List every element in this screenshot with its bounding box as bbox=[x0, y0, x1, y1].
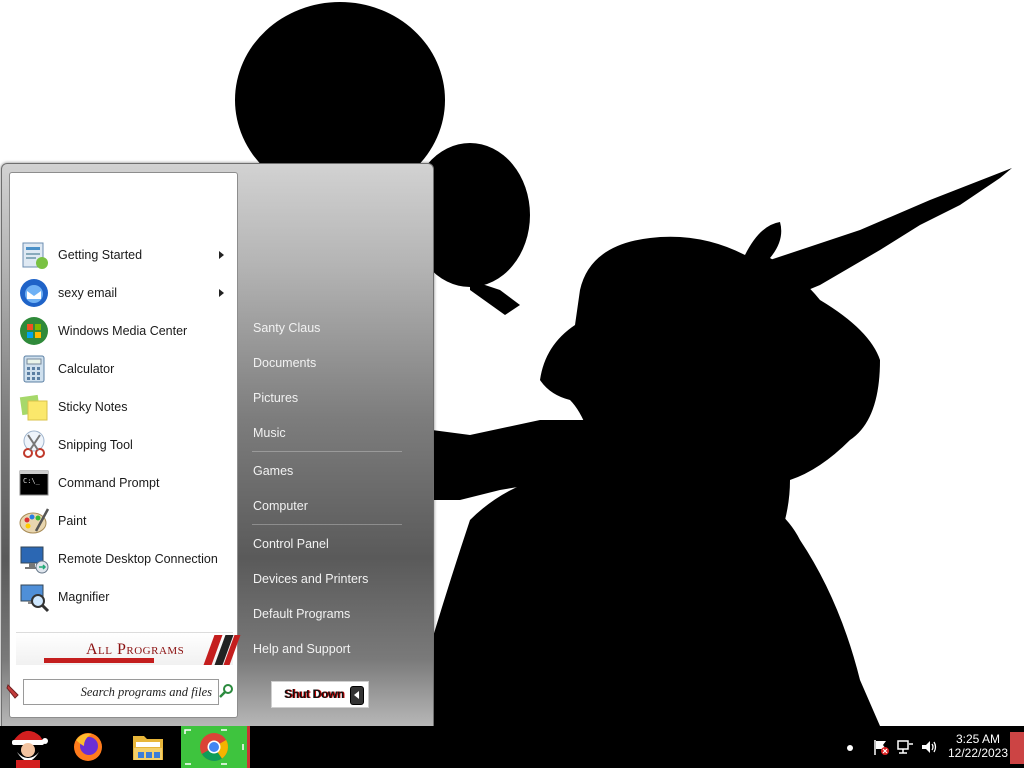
show-desktop-button[interactable] bbox=[1010, 732, 1024, 764]
right-item-control-panel[interactable]: Control Panel bbox=[253, 537, 329, 551]
program-label: Magnifier bbox=[58, 590, 110, 604]
chrome-icon bbox=[184, 729, 244, 765]
program-label: Getting Started bbox=[58, 248, 143, 262]
all-programs-button[interactable]: All Programs bbox=[16, 632, 241, 665]
menu-separator bbox=[252, 451, 402, 452]
program-paint[interactable]: Paint bbox=[10, 503, 235, 539]
clock-date: 12/22/2023 bbox=[947, 746, 1009, 760]
start-button[interactable] bbox=[0, 726, 56, 768]
programs-pane: Getting Started sexy email Windows Media… bbox=[6, 172, 241, 718]
shutdown-label: Shut Down bbox=[284, 687, 344, 701]
command-prompt-icon: C:\_ bbox=[18, 467, 50, 499]
program-label: sexy email bbox=[58, 286, 118, 300]
sticky-notes-icon bbox=[18, 391, 50, 423]
svg-text:C:\_: C:\_ bbox=[23, 477, 41, 485]
media-center-icon bbox=[18, 315, 50, 347]
calculator-icon bbox=[18, 353, 50, 385]
program-sexy-email[interactable]: sexy email bbox=[10, 275, 235, 311]
all-programs-label: All Programs bbox=[86, 641, 185, 658]
right-item-default-programs[interactable]: Default Programs bbox=[253, 607, 350, 621]
file-explorer-icon bbox=[133, 736, 163, 760]
program-label: Snipping Tool bbox=[58, 438, 133, 452]
program-label: Remote Desktop Connection bbox=[58, 552, 218, 566]
remote-desktop-icon bbox=[18, 543, 50, 575]
taskbar-file-explorer[interactable] bbox=[120, 726, 176, 768]
right-item-computer[interactable]: Computer bbox=[253, 499, 308, 513]
program-calculator[interactable]: Calculator bbox=[10, 351, 235, 387]
start-menu: Getting Started sexy email Windows Media… bbox=[1, 163, 434, 728]
program-windows-media-center[interactable]: Windows Media Center bbox=[10, 313, 235, 349]
submenu-arrow-icon[interactable] bbox=[219, 251, 224, 259]
program-command-prompt[interactable]: C:\_ Command Prompt bbox=[10, 465, 235, 501]
santa-start-icon bbox=[12, 730, 48, 768]
submenu-arrow-icon[interactable] bbox=[219, 289, 224, 297]
program-label: Sticky Notes bbox=[58, 400, 128, 414]
right-item-help-support[interactable]: Help and Support bbox=[253, 642, 350, 656]
program-getting-started[interactable]: Getting Started bbox=[10, 237, 235, 273]
program-magnifier[interactable]: Magnifier bbox=[10, 579, 235, 615]
program-label: Command Prompt bbox=[58, 476, 160, 490]
network-icon[interactable] bbox=[896, 738, 914, 756]
magnifier-icon bbox=[18, 581, 50, 613]
taskbar-chrome[interactable] bbox=[181, 726, 250, 768]
snipping-tool-icon bbox=[18, 429, 50, 461]
program-label: Windows Media Center bbox=[58, 324, 188, 338]
taskbar-firefox[interactable] bbox=[60, 726, 116, 768]
volume-icon[interactable] bbox=[920, 738, 938, 756]
menu-separator bbox=[252, 524, 402, 525]
program-remote-desktop[interactable]: Remote Desktop Connection bbox=[10, 541, 235, 577]
program-sticky-notes[interactable]: Sticky Notes bbox=[10, 389, 235, 425]
right-item-music[interactable]: Music bbox=[253, 426, 286, 440]
paint-icon bbox=[18, 505, 50, 537]
cursor-pen-icon bbox=[6, 684, 19, 699]
program-label: Calculator bbox=[58, 362, 115, 376]
right-item-devices-printers[interactable]: Devices and Printers bbox=[253, 572, 368, 586]
tray-dot-icon[interactable] bbox=[846, 744, 854, 752]
program-snipping-tool[interactable]: Snipping Tool bbox=[10, 427, 235, 463]
thunderbird-icon bbox=[18, 277, 50, 309]
firefox-icon bbox=[74, 733, 102, 761]
search-icon[interactable] bbox=[219, 683, 235, 699]
search-input[interactable] bbox=[23, 679, 219, 705]
system-clock[interactable]: 3:25 AM 12/22/2023 bbox=[940, 732, 1016, 760]
clock-time: 3:25 AM bbox=[955, 732, 1001, 746]
right-item-user-folder[interactable]: Santy Claus bbox=[253, 321, 320, 335]
right-item-games[interactable]: Games bbox=[253, 464, 293, 478]
right-item-documents[interactable]: Documents bbox=[253, 356, 316, 370]
right-item-pictures[interactable]: Pictures bbox=[253, 391, 298, 405]
shutdown-button[interactable]: Shut Down bbox=[271, 681, 369, 708]
shutdown-options-icon[interactable] bbox=[350, 686, 364, 705]
getting-started-icon bbox=[18, 239, 50, 271]
action-center-flag-icon[interactable] bbox=[872, 738, 890, 756]
program-label: Paint bbox=[58, 514, 87, 528]
taskbar: 3:25 AM 12/22/2023 bbox=[0, 726, 1024, 768]
